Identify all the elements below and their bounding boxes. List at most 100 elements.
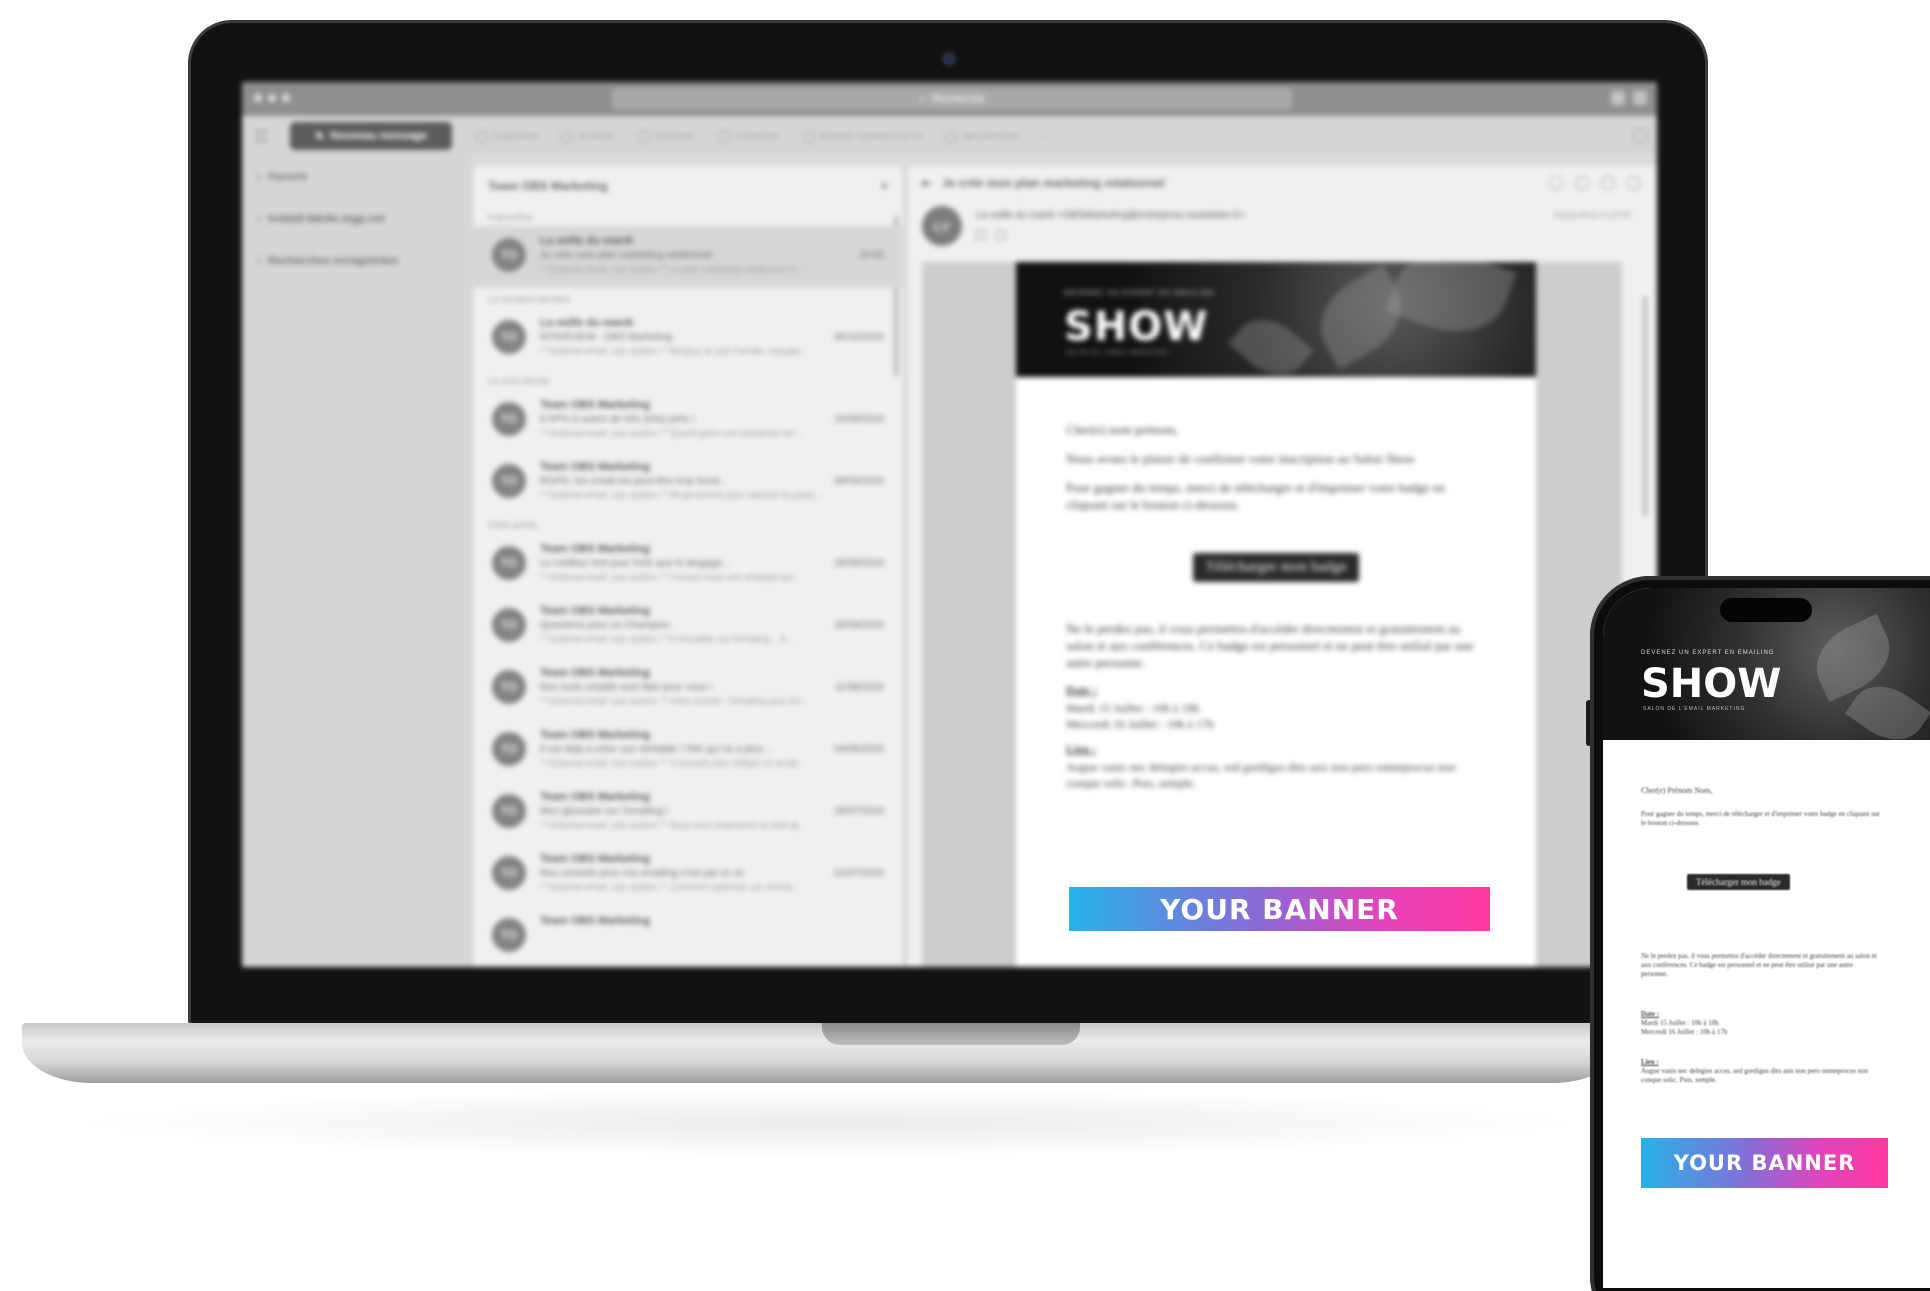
hero-subtitle: SALON DE L'EMAIL MARKETING [1643, 706, 1746, 712]
email-subject: Je crée mon plan marketing relationnel [942, 176, 1165, 190]
message-preview: ** External email: use caution ** Commen… [540, 882, 801, 892]
attachment-icon[interactable] [996, 230, 1006, 240]
message-date: 08/09/2020 [833, 476, 884, 487]
laptop-camera [943, 53, 955, 65]
date-line: Mercredi 16 Juillet : 10h à 17h [1641, 1028, 1728, 1036]
message-date: 15/09/2020 [833, 414, 884, 425]
email-hero: DEVENEZ UN EXPERT EN EMAILING SHOW SALON… [1016, 262, 1536, 377]
avatar: TO [492, 608, 526, 642]
list-title: Team OBS Marketing [488, 179, 608, 193]
message-date: 28/08/2020 [833, 558, 884, 569]
message-preview: ** External email: use caution ** Bonjou… [540, 346, 809, 356]
zoom-dot[interactable] [282, 94, 290, 102]
list-item[interactable]: TO Team OBS Marketing Mon glossaire sur … [474, 782, 902, 844]
window-controls[interactable] [254, 94, 290, 102]
avatar: TO [492, 794, 526, 828]
list-item[interactable]: TO Team OBS Marketing Des mots créatifs … [474, 658, 902, 720]
list-item[interactable]: TO Team OBS Marketing Il est déjà à crée… [474, 720, 902, 782]
email-greeting: Cher(e) Prénom Nom, [1641, 786, 1713, 795]
leaf-shape [1228, 305, 1314, 377]
message-subject: Questions pour un Champion [540, 620, 671, 631]
window-icon[interactable] [1633, 91, 1647, 105]
reply-icon[interactable] [976, 230, 986, 240]
download-badge-button[interactable]: Télécharger mon badge [1193, 553, 1359, 582]
trash-icon [476, 130, 487, 142]
message-from: Team OBS Marketing [540, 915, 650, 927]
date-group-label: Le mois dernier [488, 376, 551, 386]
message-subject: Mon glossaire sur l'emailing ! [540, 806, 669, 817]
flag-button[interactable]: Indicateur [718, 130, 779, 142]
sender-time: Aujourd'hui à 10:00 [1553, 210, 1631, 220]
folder-icon [638, 130, 650, 142]
close-dot[interactable] [254, 94, 262, 102]
layout-icon[interactable] [1633, 129, 1647, 143]
list-item[interactable]: TO Team OBS Marketing Questions pour un … [474, 596, 902, 658]
folder-favorites[interactable]: Favoris [242, 156, 472, 198]
more-button[interactable]: ··· [1038, 129, 1050, 143]
avatar: TO [492, 238, 526, 272]
minimize-dot[interactable] [268, 94, 276, 102]
avatar: TO [492, 856, 526, 890]
list-item[interactable]: TO Team OBS Marketing RGPD, ton email es… [474, 452, 902, 514]
reply-all-icon[interactable] [1601, 176, 1615, 190]
menu-icon[interactable] [254, 131, 268, 141]
date-line: Mardi 15 Juillet : 10h à 18h [1066, 701, 1200, 715]
move-button[interactable]: Déplacer [638, 130, 695, 142]
search-icon: ⌕ [919, 92, 926, 105]
close-icon[interactable]: × [881, 179, 888, 193]
message-date: 21/07/2020 [833, 868, 884, 879]
avatar: TO [492, 402, 526, 436]
new-message-button[interactable]: ✎ Nouveau message [290, 122, 452, 150]
avatar: TO [492, 918, 526, 952]
message-subject: Des mots créatifs sont faits pour vous ! [540, 682, 713, 693]
toolbar: ✎ Nouveau message Supprimer Archiver Dép… [242, 116, 1657, 156]
sender-address[interactable]: La veille du mardi <OBSMarketing@entrepr… [976, 210, 1245, 221]
search-input[interactable]: ⌕ Recherche [612, 88, 1292, 110]
date-label: Date : [1641, 1010, 1660, 1018]
hero-tagline: DEVENEZ UN EXPERT EN EMAILING [1064, 290, 1215, 297]
list-item[interactable]: TO Team OBS Marketing [474, 906, 902, 967]
reading-pane: ⇤ Je crée mon plan marketing relationnel… [908, 166, 1657, 967]
email-banner[interactable]: YOUR BANNER [1641, 1138, 1888, 1188]
avatar: TO [492, 464, 526, 498]
archive-icon [562, 130, 574, 142]
forward-icon[interactable] [1627, 176, 1641, 190]
mark-unread-button[interactable]: Marquer comme non lu [802, 130, 922, 142]
folder-account[interactable]: holdall-b8n9x.mgp.net [242, 198, 472, 240]
list-item[interactable]: TO La veille du mardi INTERVIEW - OBS Ma… [474, 308, 902, 370]
collapse-icon[interactable]: ⇤ [922, 176, 932, 190]
message-date: 28/07/2020 [833, 806, 884, 817]
list-header: Team OBS Marketing × [474, 166, 902, 206]
reply-icon[interactable] [1575, 176, 1589, 190]
download-badge-button[interactable]: Télécharger mon badge [1687, 874, 1790, 890]
avatar: TO [492, 320, 526, 354]
message-date: 06/10/2020 [833, 332, 884, 343]
date-block: Date : Mardi 15 Juillet : 10h à 18h Merc… [1641, 1010, 1727, 1037]
message-preview: ** External email: use caution ** Nous v… [540, 820, 806, 830]
laptop-notch [822, 1023, 1080, 1045]
list-item[interactable]: TO Team OBS Marketing 6 KPIs à suivre de… [474, 390, 902, 452]
archive-button[interactable]: Archiver [562, 130, 615, 142]
sync-button[interactable]: Synchroniser [945, 130, 1020, 142]
message-preview: ** External email: use caution ** Quand … [540, 428, 803, 438]
chevron-icon [252, 256, 262, 266]
list-item[interactable]: TO La veille du mardi Je crée mon plan m… [474, 226, 902, 288]
list-item[interactable]: TO Team OBS Marketing Le meilleur test p… [474, 534, 902, 596]
sync-icon [945, 130, 957, 142]
date-group-label: Cette année [488, 520, 538, 530]
message-date: 10:00 [858, 250, 884, 261]
email-canvas: DEVENEZ UN EXPERT EN EMAILING SHOW SALON… [922, 262, 1622, 967]
place-block: Lieu : Augue vanis nec delegies accus, s… [1641, 1058, 1881, 1085]
chevron-icon [252, 172, 262, 182]
folder-saved-searches[interactable]: Recherches enregistrées [242, 240, 472, 282]
list-item[interactable]: TO Team OBS Marketing Nos conseils pour … [474, 844, 902, 906]
message-subject: Je crée mon plan marketing relationnel [540, 250, 713, 261]
emoji-icon[interactable] [1549, 176, 1563, 190]
reading-scrollbar[interactable] [1643, 296, 1647, 516]
phone-screen: DEVENEZ UN EXPERT EN EMAILING SHOW SALON… [1603, 588, 1930, 1288]
date-block: Date : Mardi 15 Juillet : 10h à 18h Merc… [1066, 683, 1486, 732]
window-icon[interactable] [1611, 91, 1625, 105]
email-paragraph: Pour gagner du temps, merci de télécharg… [1641, 810, 1880, 827]
email-banner[interactable]: YOUR BANNER [1069, 887, 1490, 931]
delete-button[interactable]: Supprimer [476, 130, 538, 142]
